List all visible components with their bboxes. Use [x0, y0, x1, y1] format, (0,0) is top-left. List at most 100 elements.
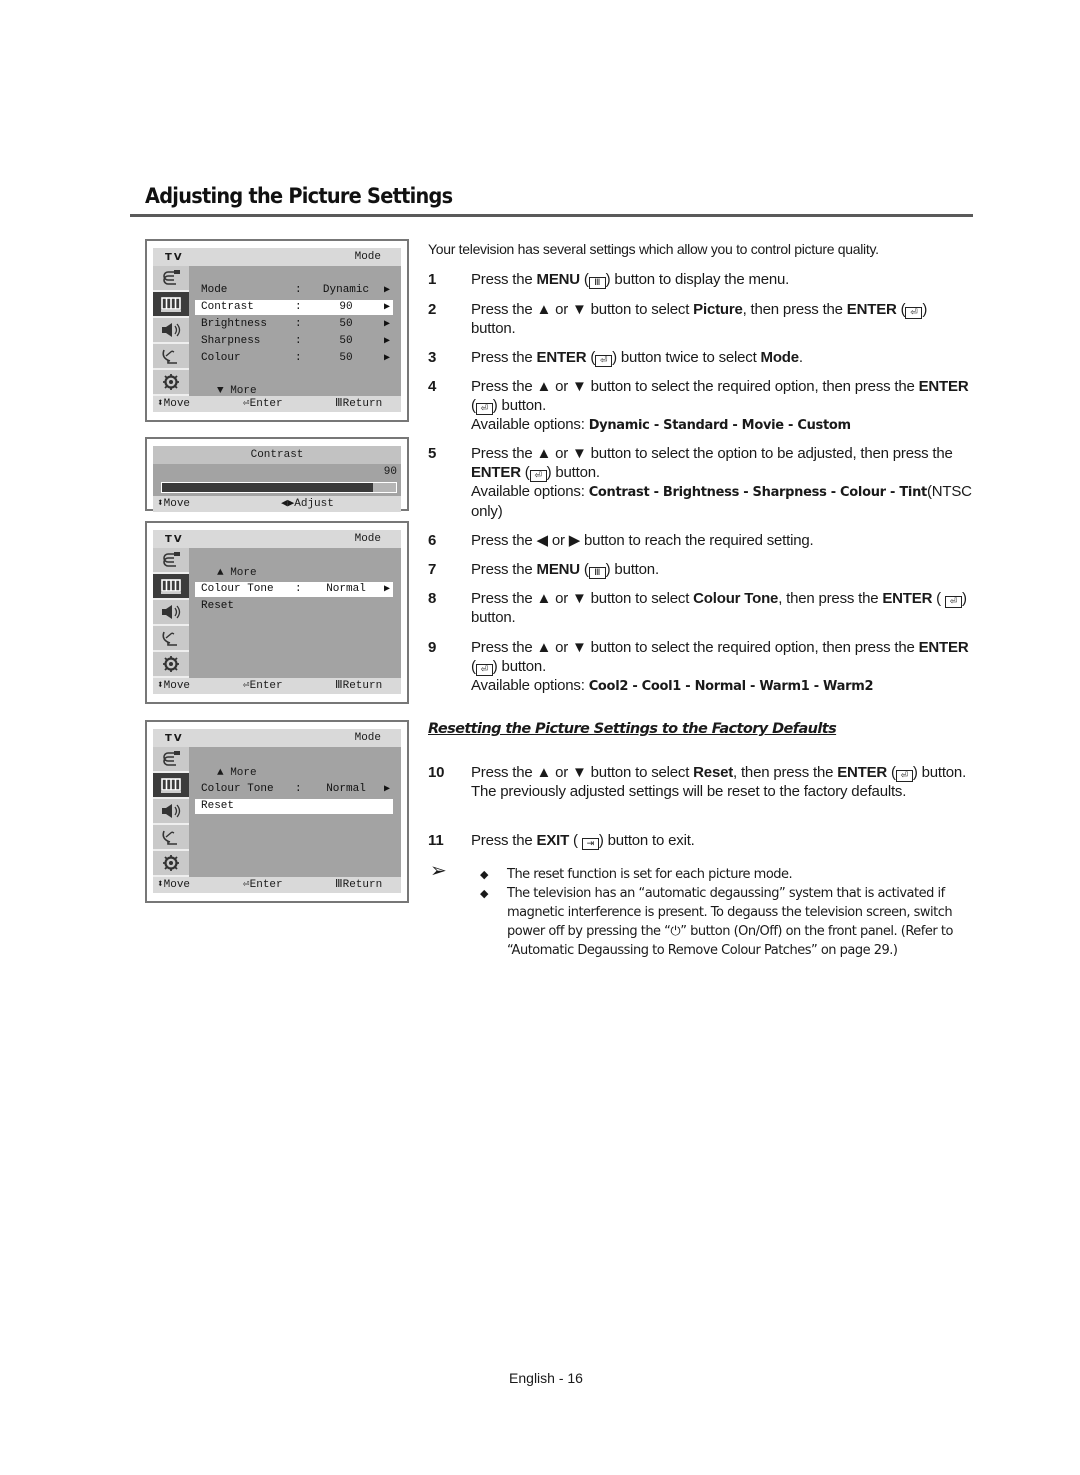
osd-colour-tone-menu: TV Mode Colour Tone : Normal ▶ Reset ▲ M…	[145, 521, 409, 704]
step-number: 5	[428, 445, 437, 462]
available-options: Available options: Cool2 - Cool1 - Norma…	[471, 677, 874, 694]
sidebar-picture-icon[interactable]	[153, 773, 189, 799]
menu-row[interactable]: Brightness : 50 ▶	[195, 317, 393, 332]
menu-row[interactable]: Sharpness : 50 ▶	[195, 334, 393, 349]
more-indicator[interactable]: ▲ More	[217, 767, 257, 779]
step-item: 8 Press the ▲ or ▼ button to select Colo…	[428, 589, 973, 627]
menu-row-value: 50	[339, 352, 353, 364]
enter-key-icon: ⏎	[905, 307, 923, 319]
sidebar-setup-icon[interactable]	[153, 851, 189, 877]
enter-hint: ⏎Enter	[243, 879, 283, 891]
step-item: 10 Press the ▲ or ▼ button to select Res…	[428, 763, 973, 801]
menu-row[interactable]: Reset	[195, 599, 393, 614]
sidebar-channel-icon[interactable]	[153, 825, 189, 851]
sidebar-input-icon[interactable]	[153, 266, 189, 292]
sidebar-channel-icon[interactable]	[153, 344, 189, 370]
step-text: Press the ▲ or ▼ button to select Colour…	[471, 590, 967, 626]
bullet-diamond-icon: ◆	[480, 868, 488, 881]
picture-icon	[161, 778, 181, 793]
move-hint: ⬍Move	[157, 398, 191, 410]
menu-row[interactable]: Mode : Dynamic ▶	[195, 283, 393, 298]
exit-key-icon: ⇥	[581, 838, 599, 850]
menu-row-colon: :	[295, 301, 302, 313]
move-hint: ⬍Move	[157, 879, 191, 891]
available-options: Available options: Dynamic - Standard - …	[471, 416, 851, 433]
enter-key-icon: ⏎	[944, 596, 962, 608]
sidebar-picture-icon[interactable]	[153, 574, 189, 600]
step-text: Press the MENU (Ⅲ) button to display the…	[471, 271, 790, 289]
step-item: 1 Press the MENU (Ⅲ) button to display t…	[428, 270, 973, 289]
menu-row[interactable]: Contrast : 90 ▶	[195, 300, 393, 315]
intro-text: Your television has several settings whi…	[428, 241, 879, 257]
menu-icon: Ⅲ	[335, 879, 343, 891]
sidebar-sound-icon[interactable]	[153, 318, 189, 344]
osd-tv-label: TV	[165, 733, 184, 744]
sidebar-sound-icon[interactable]	[153, 799, 189, 825]
step-text: Press the ▲ or ▼ button to select the op…	[471, 445, 953, 482]
menu-row-label: Colour Tone	[201, 783, 274, 795]
sidebar-channel-icon[interactable]	[153, 626, 189, 652]
updown-icon: ⬍	[157, 398, 164, 410]
osd-tv-label: TV	[165, 534, 184, 545]
step-text: Press the ▲ or ▼ button to select Reset,…	[471, 764, 967, 782]
available-options: Available options: Contrast - Brightness…	[471, 483, 972, 520]
channel-icon	[162, 349, 177, 364]
menu-row-value: Normal	[326, 583, 366, 595]
input-icon	[163, 751, 180, 766]
menu-row[interactable]: Reset	[195, 799, 393, 814]
sidebar-setup-icon[interactable]	[153, 370, 189, 396]
osd-header-mode: Mode	[354, 251, 381, 263]
step-item: 7 Press the MENU (Ⅲ) button.	[428, 560, 973, 579]
contrast-slider-fill	[162, 483, 373, 492]
osd-sidebar	[153, 548, 189, 678]
channel-icon	[162, 830, 177, 845]
step-item: 11 Press the EXIT ( ⇥) button to exit.	[428, 831, 973, 850]
menu-row-label: Colour Tone	[201, 583, 274, 595]
sound-icon	[162, 323, 181, 337]
step-number: 4	[428, 378, 437, 395]
page-footer: English - 16	[509, 1370, 583, 1386]
arrow-right-icon: ▶	[383, 302, 390, 313]
sidebar-picture-icon[interactable]	[153, 292, 189, 318]
more-indicator[interactable]: ▲ More	[217, 567, 257, 579]
menu-row-value: 50	[339, 318, 353, 330]
menu-icon: Ⅲ	[335, 398, 343, 410]
sidebar-setup-icon[interactable]	[153, 652, 189, 678]
menu-row-colon: :	[295, 335, 302, 347]
menu-row[interactable]: Colour Tone : Normal ▶	[195, 582, 393, 597]
updown-icon: ⬍	[157, 498, 164, 510]
picture-icon	[161, 579, 181, 594]
menu-row-colon: :	[295, 583, 302, 595]
step-number: 10	[428, 764, 445, 781]
contrast-slider[interactable]	[161, 482, 397, 493]
note-item: ◆ The reset function is set for each pict…	[480, 867, 793, 882]
arrow-right-icon: ▶	[383, 319, 390, 330]
return-hint: ⅢReturn	[335, 680, 383, 692]
setup-icon	[163, 656, 179, 672]
step-item: 2 Press the ▲ or ▼ button to select Pict…	[428, 300, 973, 338]
sidebar-sound-icon[interactable]	[153, 600, 189, 626]
channel-icon	[162, 631, 177, 646]
step-text: Press the MENU (Ⅲ) button.	[471, 561, 659, 579]
step-number: 9	[428, 639, 437, 656]
updown-icon: ⬍	[157, 680, 164, 692]
menu-key-icon: Ⅲ	[588, 567, 606, 579]
step-item: 3 Press the ENTER (⏎) button twice to se…	[428, 348, 973, 367]
menu-row-label: Contrast	[201, 301, 254, 313]
note-item: ◆ The television has an “automatic degaus…	[480, 886, 953, 958]
sidebar-input-icon[interactable]	[153, 548, 189, 574]
menu-row-value: 90	[339, 301, 353, 313]
step-text: Press the EXIT ( ⇥) button to exit.	[471, 832, 695, 850]
osd-tv-label: TV	[165, 252, 184, 263]
sound-icon	[162, 605, 181, 619]
input-icon	[163, 270, 180, 285]
step-text: Press the ▲ or ▼ button to select Pictur…	[471, 301, 928, 337]
sound-icon	[162, 804, 181, 818]
sidebar-input-icon[interactable]	[153, 747, 189, 773]
osd-picture-menu: TV Mode Mode : Dynamic ▶ Contrast : 90 ▶…	[145, 239, 409, 422]
setup-icon	[163, 374, 179, 390]
step-item: 6 Press the ◀ or ▶ button to reach the r…	[428, 531, 973, 550]
menu-row[interactable]: Colour Tone : Normal ▶	[195, 782, 393, 797]
enter-icon: ⏎	[243, 680, 250, 692]
menu-row[interactable]: Colour : 50 ▶	[195, 351, 393, 366]
